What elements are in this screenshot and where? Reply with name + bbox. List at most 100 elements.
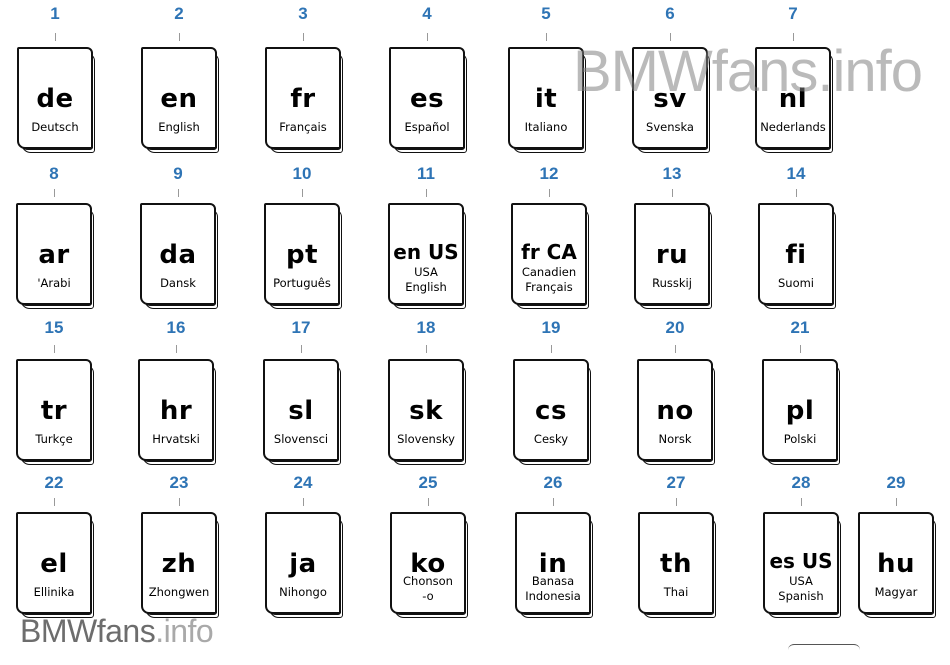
language-name-line: USA <box>414 265 438 279</box>
language-book-pt: pt Português <box>264 203 342 309</box>
language-book-sv: sv Svenska <box>632 47 710 153</box>
language-code: hu <box>876 549 916 579</box>
language-name-line: Russkij <box>652 276 692 290</box>
book-cover-icon: fr Français <box>265 47 341 149</box>
callout-leader-line <box>676 498 677 506</box>
partial-book-edge <box>788 644 860 651</box>
language-code: ar <box>38 240 70 270</box>
watermark-bottom: BMWfans.info <box>20 613 214 649</box>
callout-leader-line <box>178 189 179 197</box>
callout-leader-line <box>301 345 302 353</box>
callout-leader-line <box>427 33 428 41</box>
language-book-hr: hr Hrvatski <box>138 359 216 465</box>
language-book-de: de Deutsch <box>17 47 95 153</box>
language-name: Canadien Français <box>513 265 585 294</box>
callout-leader-line <box>179 498 180 506</box>
language-name-line: Canadien <box>521 265 577 279</box>
language-name: Dansk <box>142 276 214 290</box>
language-code: it <box>534 84 558 114</box>
book-cover-icon: de Deutsch <box>17 47 93 149</box>
language-name-line: Cesky <box>533 432 569 446</box>
language-name: Hrvatski <box>140 432 212 446</box>
callout-number: 5 <box>541 4 551 23</box>
language-name: Turkçe <box>18 432 90 446</box>
callout-leader-line <box>793 33 794 41</box>
language-code: ja <box>289 549 317 579</box>
language-name-line: Spanish <box>778 588 824 603</box>
language-code: sk <box>409 396 443 426</box>
callout-leader-line <box>179 33 180 41</box>
callout-number: 12 <box>539 164 559 183</box>
language-book-ar: ar 'Arabi <box>16 203 94 309</box>
language-book-da: da Dansk <box>140 203 218 309</box>
book-cover-icon: ko Chonson -o <box>390 512 466 614</box>
language-name: USA Spanish <box>765 574 837 603</box>
language-name-line: Deutsch <box>31 120 79 134</box>
book-cover-icon: pl Polski <box>762 359 838 461</box>
language-book-zh: zh Zhongwen <box>141 512 219 618</box>
callout-leader-line <box>176 345 177 353</box>
callout-number: 1 <box>50 4 60 23</box>
language-name: Português <box>266 276 338 290</box>
book-cover-icon: cs Cesky <box>513 359 589 461</box>
book-cover-icon: es Español <box>389 47 465 149</box>
callout-leader-line <box>801 498 802 506</box>
book-cover-icon: nl Nederlands <box>755 47 831 149</box>
language-name: Zhongwen <box>143 585 215 599</box>
book-cover-icon: hr Hrvatski <box>138 359 214 461</box>
callout-number: 26 <box>543 473 563 492</box>
callout-number: 27 <box>666 473 686 492</box>
language-name-line: Norsk <box>658 432 692 446</box>
language-code: pl <box>785 396 815 426</box>
language-name: Español <box>391 120 463 134</box>
language-name-line: Zhongwen <box>148 585 210 599</box>
language-name-line: Português <box>273 276 331 290</box>
language-code: tr <box>40 396 68 426</box>
language-book-en-us: en US USA English <box>388 203 466 309</box>
book-cover-icon: ja Nihongo <box>265 512 341 614</box>
language-name-line: Slovensky <box>397 432 455 446</box>
language-book-in: in Banasa Indonesia <box>515 512 593 618</box>
callout-leader-line <box>426 189 427 197</box>
language-code: de <box>36 84 74 114</box>
book-cover-icon: fr CA Canadien Français <box>511 203 587 305</box>
language-name: Slovensky <box>390 432 462 446</box>
book-cover-icon: th Thai <box>638 512 714 614</box>
language-name: Russkij <box>636 276 708 290</box>
book-cover-icon: ru Russkij <box>634 203 710 305</box>
language-name-line: Chonson <box>403 574 453 588</box>
language-name-line: Español <box>404 120 450 134</box>
language-book-ru: ru Russkij <box>634 203 712 309</box>
book-cover-icon: in Banasa Indonesia <box>515 512 591 614</box>
callout-leader-line <box>302 189 303 197</box>
callout-leader-line <box>675 345 676 353</box>
callout-leader-line <box>551 345 552 353</box>
callout-number: 6 <box>665 4 675 23</box>
language-name-line: Nihongo <box>279 585 327 599</box>
language-name: English <box>143 120 215 134</box>
language-code: da <box>159 240 197 270</box>
callout-number: 10 <box>292 164 312 183</box>
language-code: sl <box>288 396 314 426</box>
language-name-line: Suomi <box>777 276 815 290</box>
language-name: Italiano <box>510 120 582 134</box>
language-name-line: Thai <box>663 585 689 599</box>
callout-leader-line <box>796 189 797 197</box>
language-code: en <box>160 84 198 114</box>
language-name: Slovensci <box>265 432 337 446</box>
watermark-suffix: .info <box>155 613 214 649</box>
callout-leader-line <box>426 345 427 353</box>
callout-number: 4 <box>422 4 432 23</box>
language-code: nl <box>778 84 808 114</box>
language-code: no <box>656 396 694 426</box>
book-cover-icon: ar 'Arabi <box>16 203 92 305</box>
language-name: Magyar <box>860 585 932 599</box>
language-code: th <box>660 549 692 579</box>
callout-leader-line <box>303 498 304 506</box>
book-cover-icon: pt Português <box>264 203 340 305</box>
language-name-line: -o <box>422 588 434 603</box>
language-name-line: Ellinika <box>33 585 75 599</box>
language-code: fi <box>785 240 807 270</box>
callout-number: 13 <box>662 164 682 183</box>
callout-leader-line <box>54 345 55 353</box>
